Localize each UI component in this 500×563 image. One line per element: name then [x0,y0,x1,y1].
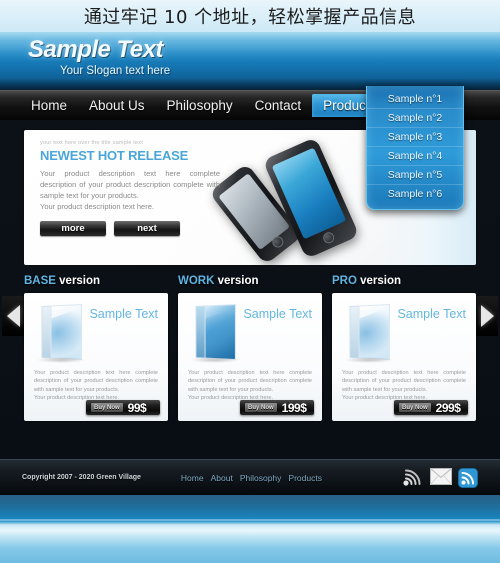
product-card-base[interactable]: Sample Text Your product description tex… [24,293,168,421]
hero-eyebrow: your text here over the title sample tex… [40,140,143,146]
slogan-text: Your Slogan text here [60,65,171,77]
product-heading-base-highlight: BASE [24,275,56,287]
box-shadow [190,357,240,363]
footer-link-philosophy[interactable]: Philosophy [240,473,282,483]
product-heading-work-highlight: WORK [178,275,215,287]
footer-link-home[interactable]: Home [181,473,204,483]
product-card-description-pro: Your product description text here compl… [342,369,466,403]
product-card-title-work: Sample Text [243,307,312,321]
footer-links: Home About Philosophy Products [181,473,322,483]
box-face [204,303,236,361]
product-heading-work: WORK version [178,275,322,287]
dropdown-item-6[interactable]: Sample n°6 [367,185,463,203]
smartphone-illustration [208,134,380,265]
top-banner: 通过牢记 10 个地址，轻松掌握产品信息 [0,0,500,32]
dropdown-item-2[interactable]: Sample n°2 [367,109,463,128]
hero-description: Your product description text here compl… [40,168,220,212]
nav-item-philosophy[interactable]: Philosophy [156,94,244,117]
wifi-signal-icon[interactable] [402,468,424,488]
product-card-title-base: Sample Text [89,307,158,321]
box-face [50,303,82,361]
box-shadow [36,357,86,363]
rss-feed-icon[interactable] [458,467,480,488]
buy-now-label-work: Buy Now [245,403,277,412]
box-face [358,303,390,361]
box-shadow [344,357,394,363]
product-heading-pro-highlight: PRO [332,275,357,287]
copyright-text: Copyright 2007 - 2020 Green Village [22,474,141,481]
site-footer: Copyright 2007 - 2020 Green Village Home… [0,459,500,495]
hero-copy: your text here over the title sample tex… [40,140,230,236]
product-card-description-base-main: Your product description text here compl… [34,370,158,393]
arrow-left-glyph [6,305,20,327]
phone-primary-home-button [321,230,336,246]
arrow-left-icon[interactable] [2,296,24,336]
product-heading-pro-rest: version [356,275,402,287]
website-mockup: Sample Text Your Slogan text here Home A… [0,32,500,495]
dropdown-item-4[interactable]: Sample n°4 [367,147,463,166]
buy-now-label-pro: Buy Now [399,403,431,412]
price-pro: 299$ [435,400,461,415]
dropdown-item-3[interactable]: Sample n°3 [367,128,463,147]
buy-now-label-base: Buy Now [91,403,123,412]
product-heading-work-rest: version [214,275,259,287]
product-column-work: WORK version Sample Text Your product de… [178,275,322,421]
nav-item-contact[interactable]: Contact [244,94,313,117]
hero-description-main: Your product description text here compl… [40,169,220,200]
price-work: 199$ [281,400,307,415]
product-card-description-work: Your product description text here compl… [188,369,312,403]
product-column-base: BASE version Sample Text Your product de… [24,275,168,421]
bottom-gradient-band [0,495,500,563]
next-button[interactable]: next [114,221,180,236]
products-dropdown-menu: Sample n°1 Sample n°2 Sample n°3 Sample … [366,86,464,210]
dropdown-item-1[interactable]: Sample n°1 [367,90,463,109]
product-box-image-pro [349,303,390,361]
logo-text: Sample Text [28,36,164,63]
footer-link-products[interactable]: Products [288,473,322,483]
more-button[interactable]: more [40,221,106,236]
product-card-description-pro-main: Your product description text here compl… [342,370,466,393]
arrow-right-glyph [480,305,494,327]
footer-icons [402,467,480,488]
product-cards-row: BASE version Sample Text Your product de… [24,275,476,421]
nav-item-about-us[interactable]: About Us [78,94,156,117]
hero-buttons: more next [40,221,230,236]
product-heading-base-rest: version [55,275,101,287]
product-card-work[interactable]: Sample Text Your product description tex… [178,293,322,421]
main-content-panel: your text here over the title sample tex… [0,86,500,495]
envelope-icon[interactable] [430,467,452,488]
product-card-title-pro: Sample Text [397,307,466,321]
buy-now-button-base[interactable]: Buy Now 99$ [86,400,160,415]
product-box-image-base [41,303,82,361]
site-header: Sample Text Your Slogan text here [0,32,500,90]
product-heading-base: BASE version [24,275,168,287]
hero-description-line2: Your product description text here. [40,202,154,211]
top-banner-text: 通过牢记 10 个地址，轻松掌握产品信息 [83,7,417,28]
dropdown-item-5[interactable]: Sample n°5 [367,166,463,185]
product-heading-pro: PRO version [332,275,476,287]
product-card-description-base: Your product description text here compl… [34,369,158,403]
hero-title: NEWEST HOT RELEASE [40,148,189,163]
product-card-description-work-main: Your product description text here compl… [188,370,312,393]
product-box-image-work [195,303,236,361]
product-column-pro: PRO version Sample Text Your product des… [332,275,476,421]
price-base: 99$ [127,400,147,415]
buy-now-button-work[interactable]: Buy Now 199$ [240,400,314,415]
arrow-right-icon[interactable] [476,296,498,336]
footer-link-about[interactable]: About [211,473,233,483]
logo-block[interactable]: Sample Text Your Slogan text here [28,36,170,77]
nav-item-home[interactable]: Home [20,94,78,117]
buy-now-button-pro[interactable]: Buy Now 299$ [394,400,468,415]
product-card-pro[interactable]: Sample Text Your product description tex… [332,293,476,421]
